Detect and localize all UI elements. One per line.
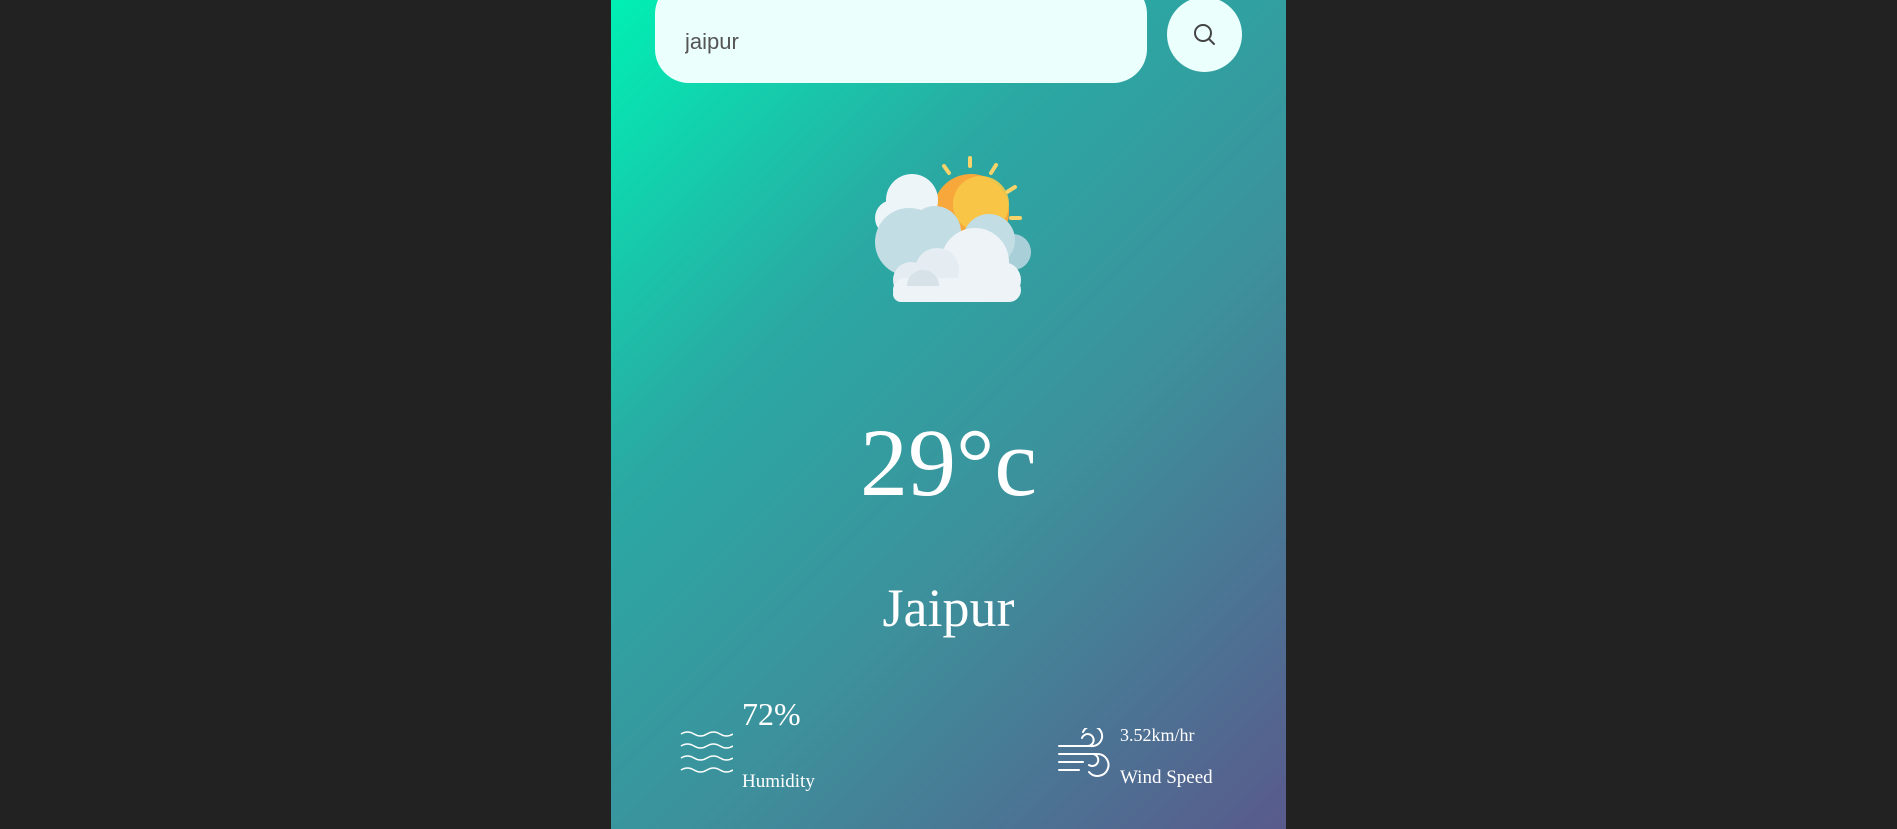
humidity-value: 72% (742, 696, 801, 732)
temperature: 29°c (860, 409, 1037, 516)
wind-icon (1058, 728, 1110, 777)
wind-speed-value: 3.52km/hr (1120, 725, 1195, 745)
city-name: Jaipur (882, 578, 1015, 638)
partly-cloudy-icon (875, 156, 1031, 302)
humidity-waves-icon (680, 731, 733, 773)
search-icon (1193, 23, 1215, 45)
search-bar (655, 0, 1147, 83)
humidity-label: Humidity (742, 771, 815, 792)
search-button[interactable] (1167, 0, 1242, 72)
wind-speed-label: Wind Speed (1120, 767, 1213, 788)
weather-card: 29°c Jaipur 72% Humidity 3.52km/hr Wind … (611, 0, 1286, 829)
search-input[interactable] (685, 28, 1117, 55)
